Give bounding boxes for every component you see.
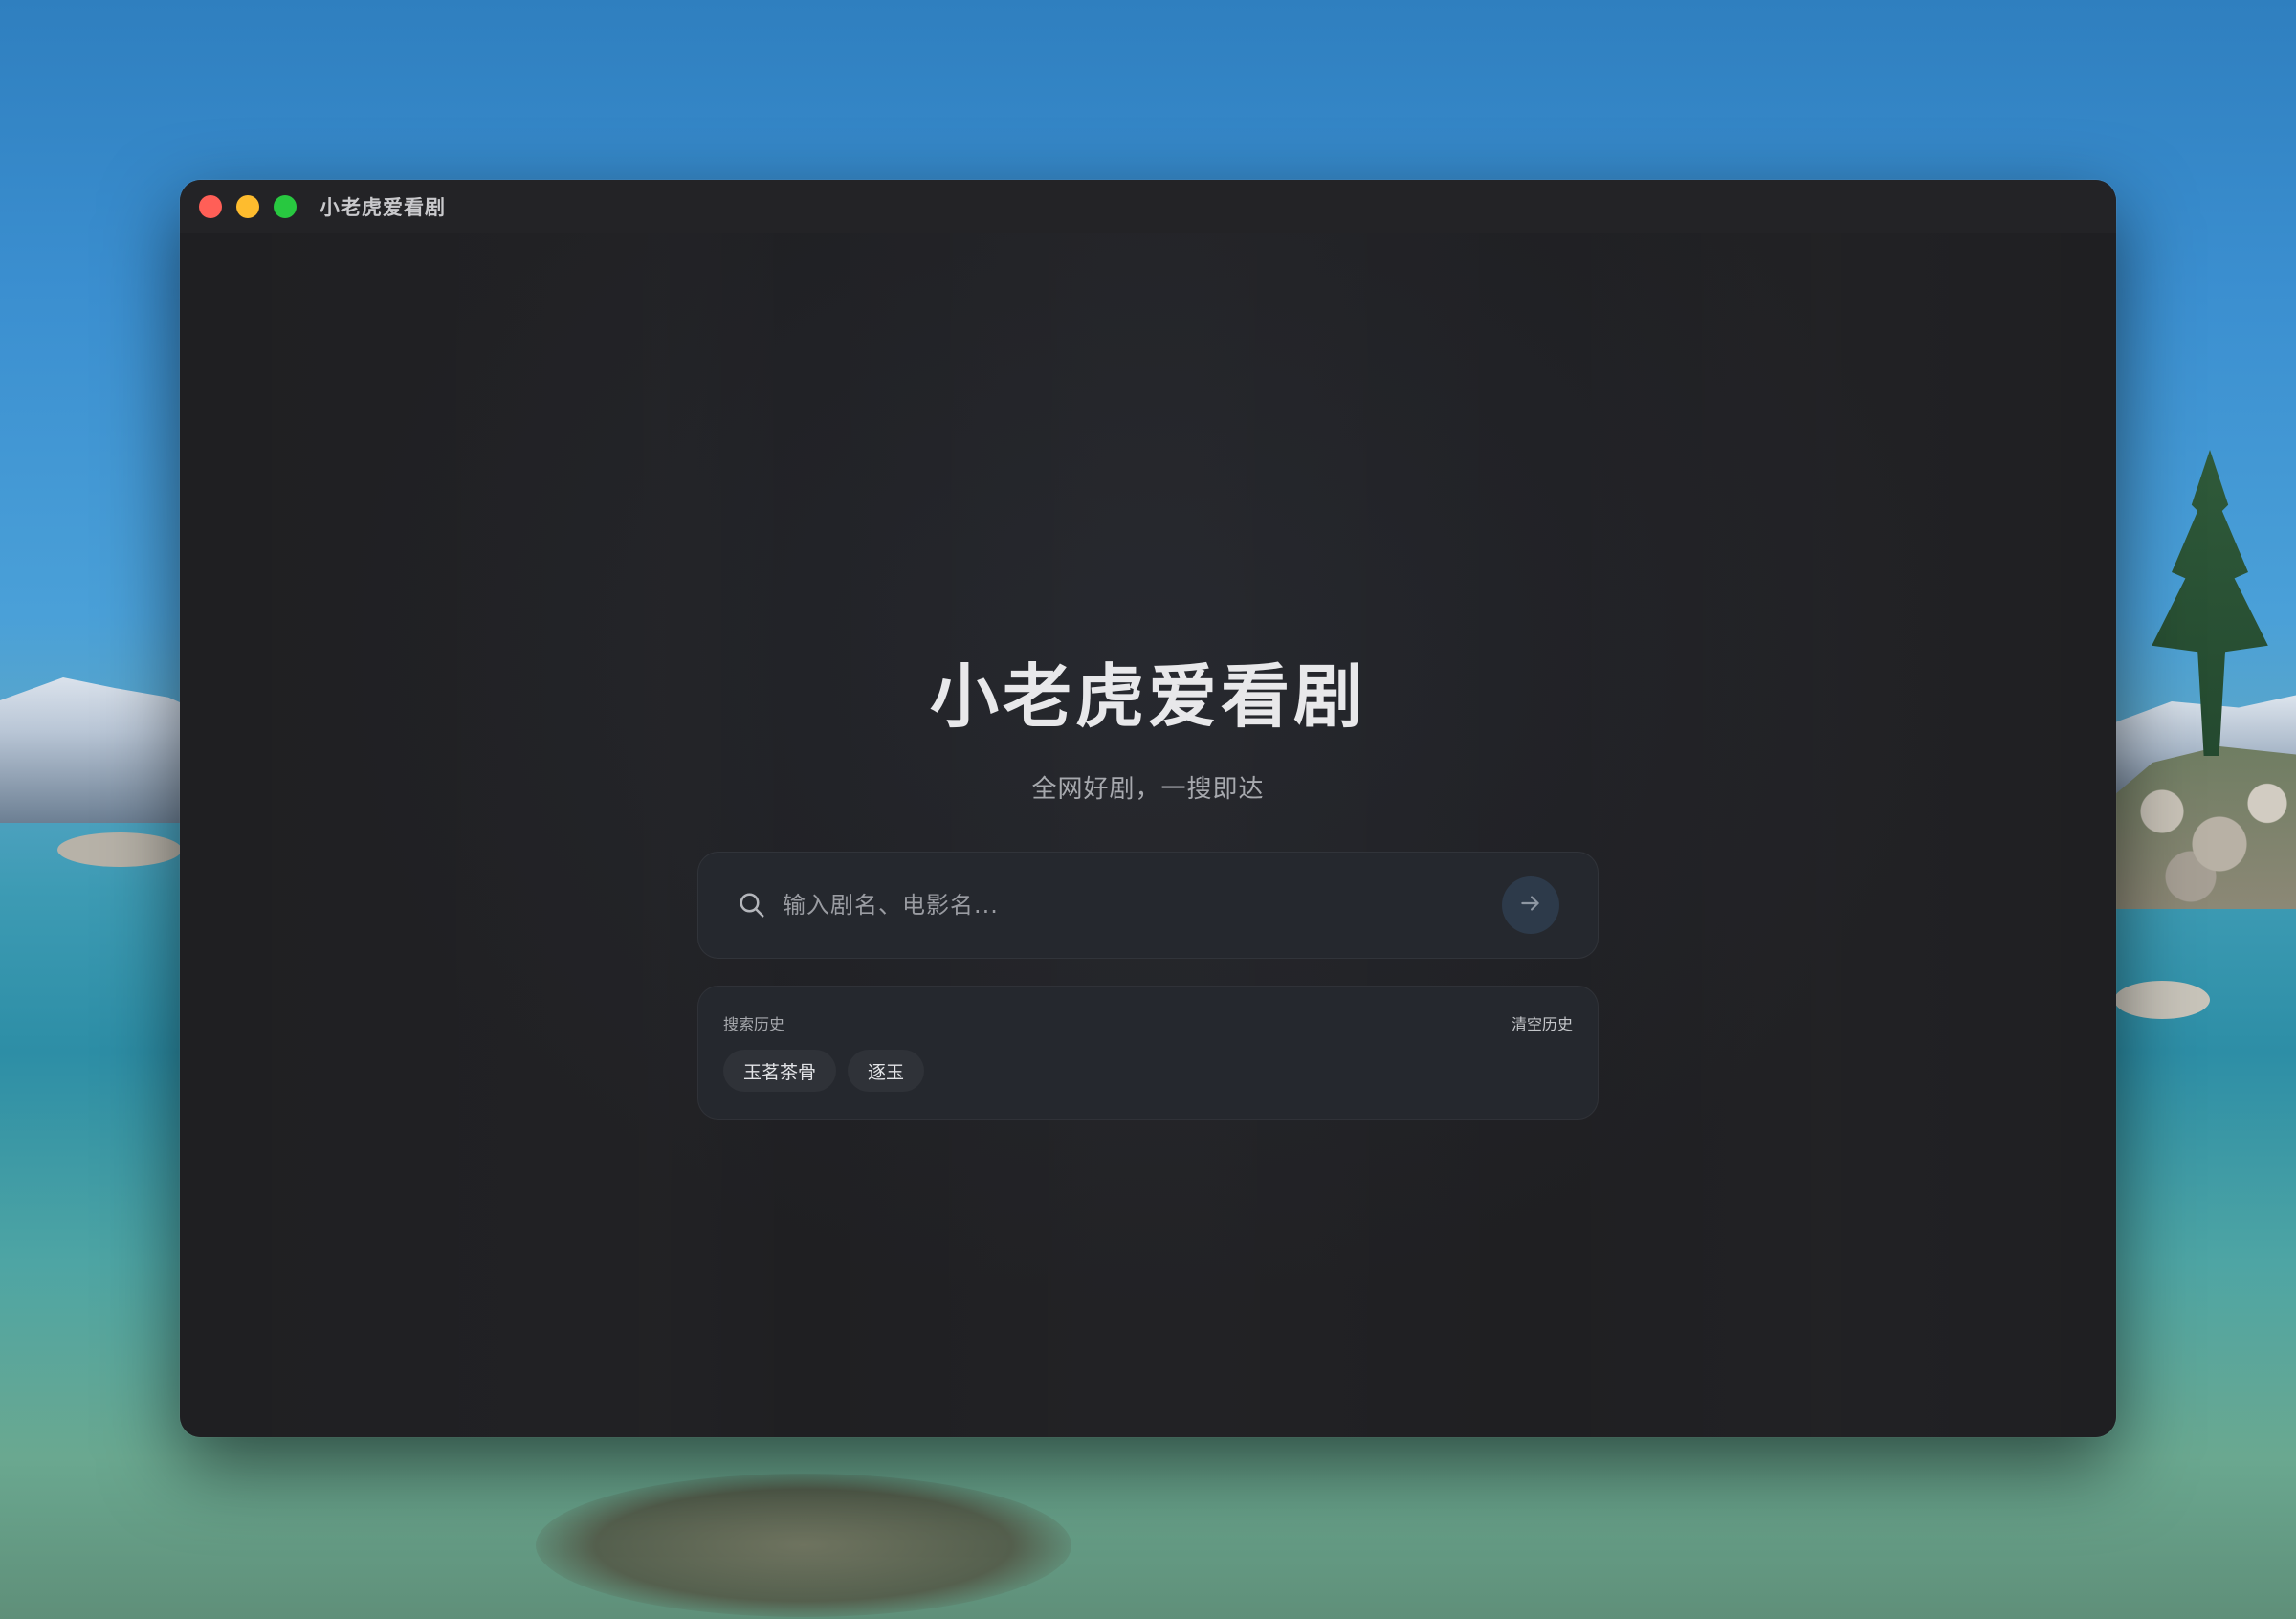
zoom-window-button[interactable]	[274, 195, 297, 218]
app-window: 小老虎爱看剧 小老虎爱看剧 全网好剧，一搜即达 输入剧名、电影名... 搜索历史…	[180, 180, 2116, 1437]
app-subtitle: 全网好剧，一搜即达	[1031, 775, 1265, 804]
history-tag[interactable]: 逐玉	[848, 1050, 925, 1092]
history-tags: 玉茗茶骨 逐玉	[723, 1050, 925, 1092]
lake-rock-right	[2114, 981, 2210, 1019]
underwater-rock	[536, 1474, 1071, 1617]
lake-rock-left	[57, 832, 182, 867]
window-title: 小老虎爱看剧	[320, 196, 446, 219]
history-tag[interactable]: 玉茗茶骨	[723, 1050, 837, 1092]
window-controls	[199, 195, 297, 218]
arrow-right-icon	[1518, 891, 1543, 920]
search-bar	[697, 852, 1599, 959]
history-header: 搜索历史 清空历史	[723, 1011, 1573, 1034]
search-input[interactable]	[781, 876, 1502, 935]
snowy-mountain-left	[0, 677, 210, 823]
main-content: 小老虎爱看剧 全网好剧，一搜即达 输入剧名、电影名... 搜索历史 清空历史 玉…	[180, 233, 2116, 1437]
history-label: 搜索历史	[723, 1015, 785, 1033]
title-bar[interactable]: 小老虎爱看剧	[180, 180, 2116, 233]
desktop-background: 小老虎爱看剧 小老虎爱看剧 全网好剧，一搜即达 输入剧名、电影名... 搜索历史…	[0, 0, 2296, 1619]
close-window-button[interactable]	[199, 195, 222, 218]
clear-history-button[interactable]: 清空历史	[1512, 1011, 1573, 1034]
search-icon	[737, 890, 767, 920]
search-submit-button[interactable]	[1502, 876, 1559, 934]
minimize-window-button[interactable]	[236, 195, 259, 218]
search-history-panel: 搜索历史 清空历史 玉茗茶骨 逐玉	[697, 986, 1599, 1120]
app-title: 小老虎爱看剧	[929, 656, 1366, 737]
